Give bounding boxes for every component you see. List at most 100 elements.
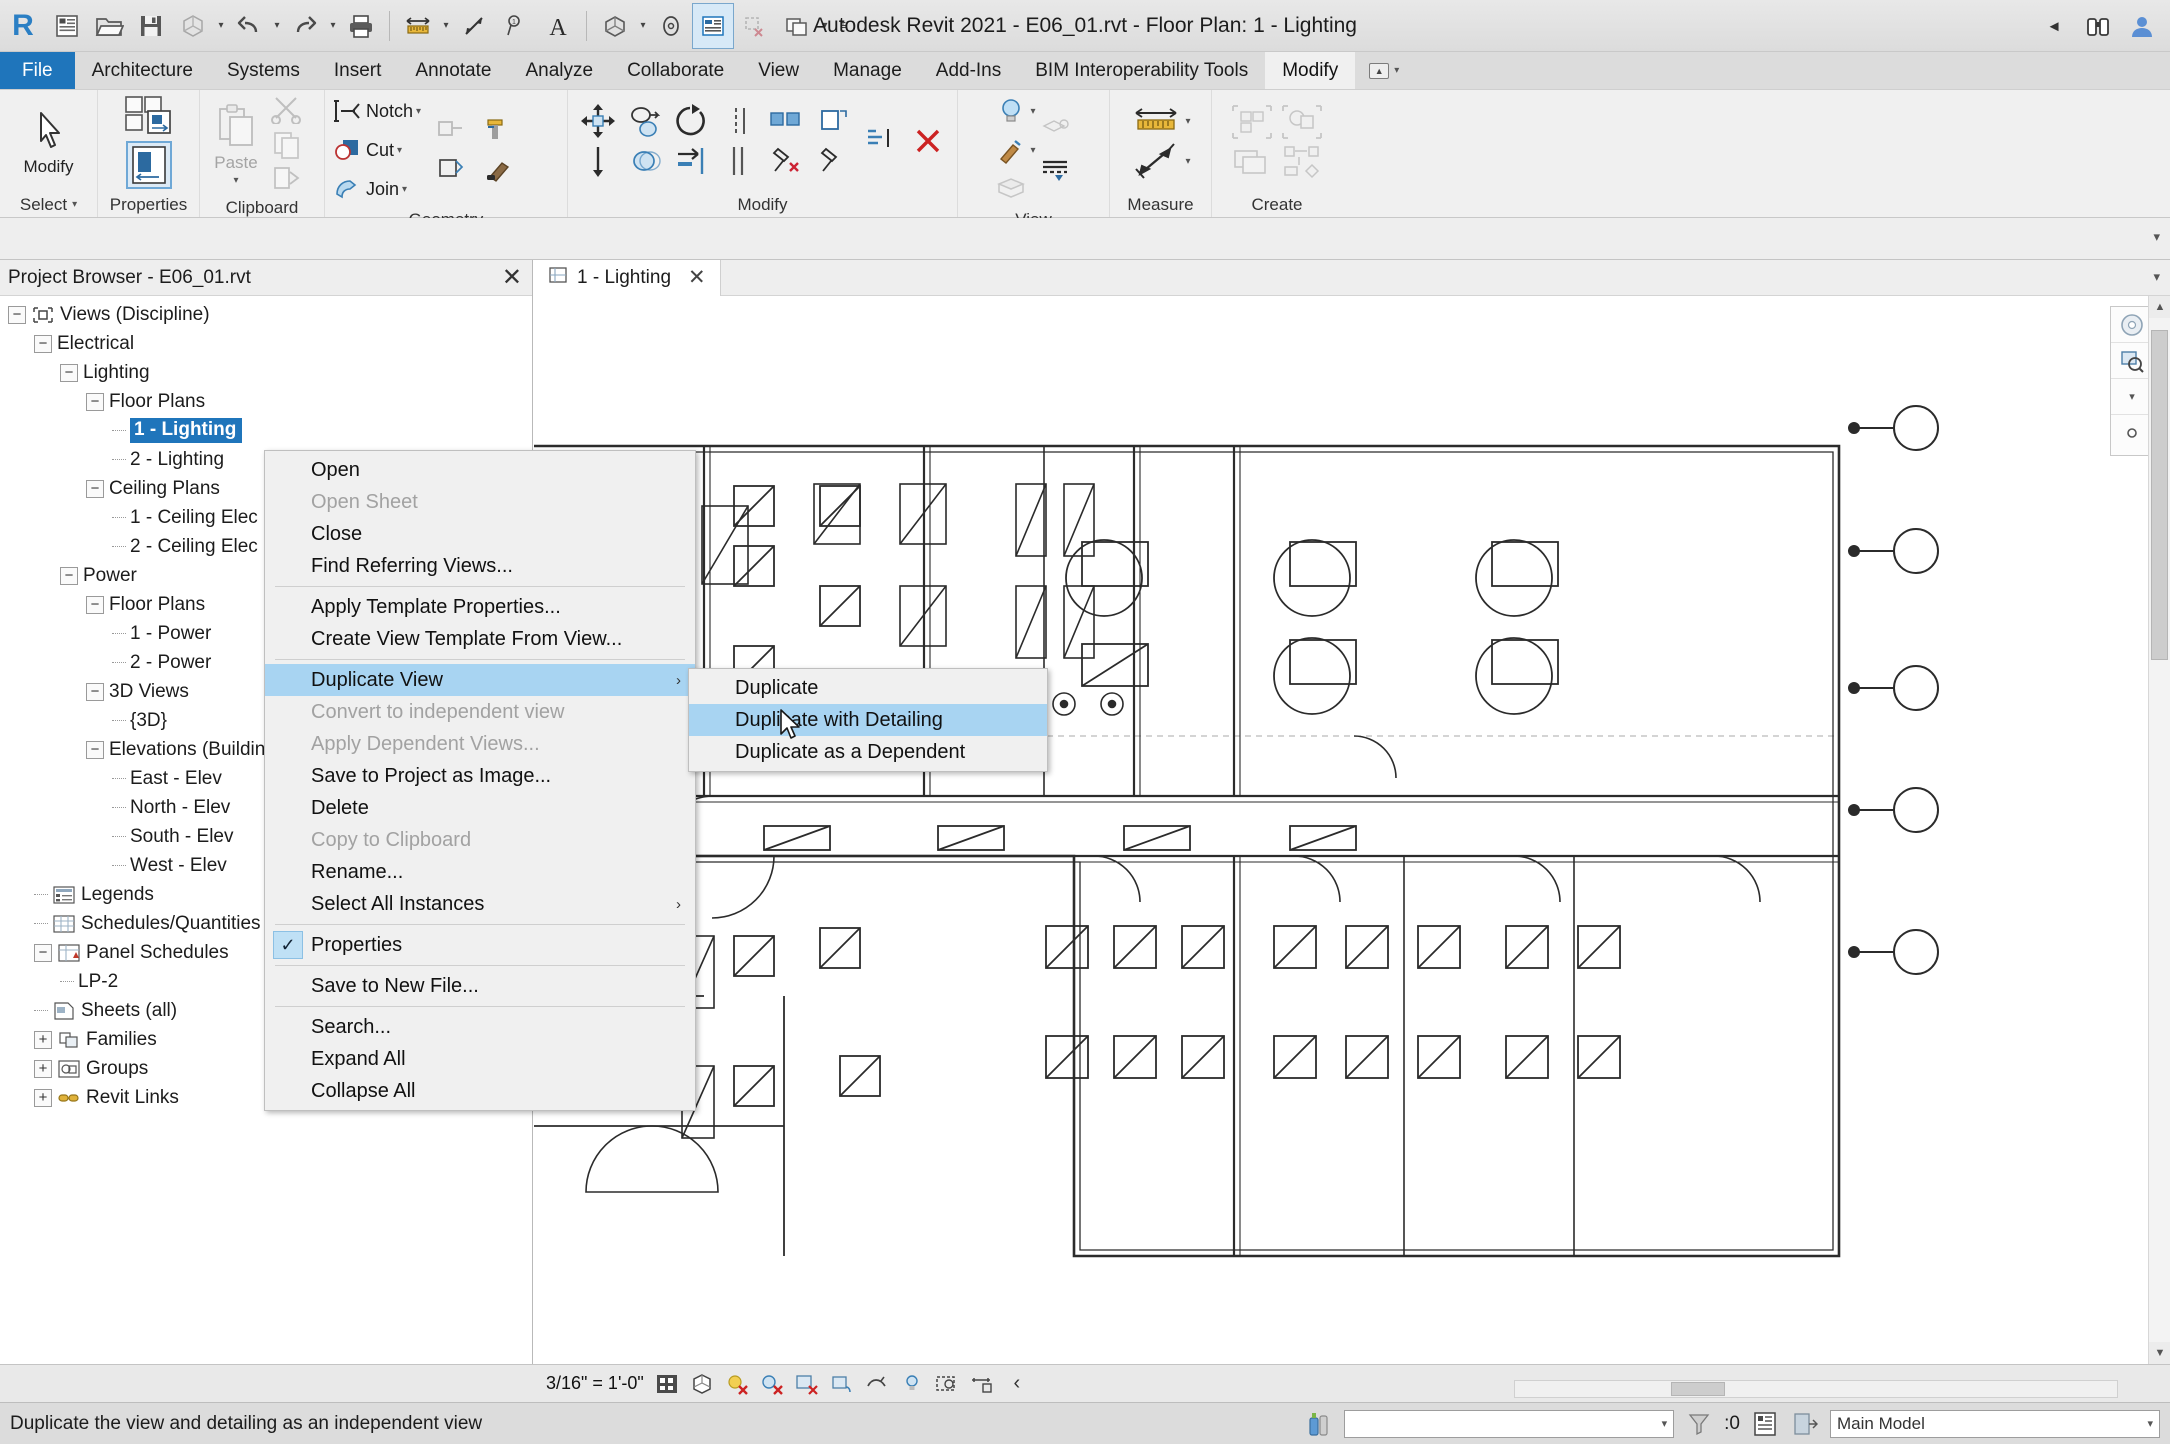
paint-view-button[interactable]: ▾ [995, 131, 1036, 169]
paste-caret[interactable]: ▾ [233, 175, 238, 186]
menu-item-rename[interactable]: Rename... [265, 856, 695, 888]
menu-item-delete[interactable]: Delete [265, 792, 695, 824]
switch-windows-caret[interactable]: ▾ [818, 3, 832, 49]
type-properties-icon[interactable] [123, 93, 175, 139]
redo-dropdown-caret[interactable]: ▾ [326, 3, 340, 49]
menu-item-duplicate-view[interactable]: Duplicate View › [265, 664, 695, 696]
menu-item-close[interactable]: Close [265, 518, 695, 550]
collapse-toggle-icon[interactable]: − [60, 363, 78, 382]
tab-1-lighting[interactable]: 1 - Lighting ✕ [534, 259, 721, 296]
modify-button[interactable]: Modify [10, 105, 88, 177]
options-bar-caret[interactable]: ▾ [2153, 229, 2160, 245]
menu-item-search[interactable]: Search... [265, 1011, 695, 1043]
hide-isolate-caret[interactable]: ▾ [1030, 106, 1035, 117]
measure-along-element-button[interactable]: ▾ [1130, 142, 1191, 180]
new-project-icon[interactable] [46, 3, 88, 49]
sync-with-central-icon[interactable] [172, 3, 214, 49]
3d-view-dropdown-caret[interactable]: ▾ [636, 3, 650, 49]
menu-item-save-to-project-as-image[interactable]: Save to Project as Image... [265, 760, 695, 792]
menu-item-duplicate-with-detailing[interactable]: Duplicate with Detailing [689, 704, 1047, 736]
zoom-region-icon[interactable] [2111, 343, 2153, 379]
pin-icon[interactable] [765, 142, 807, 180]
measure-along-caret[interactable]: ▾ [1185, 156, 1190, 167]
trim-extend-icon[interactable] [671, 142, 713, 180]
tab-annotate[interactable]: Annotate [398, 52, 508, 89]
create-part-button[interactable] [1279, 103, 1325, 141]
aligned-dimension-icon[interactable] [453, 3, 495, 49]
paint-icon[interactable] [477, 111, 519, 149]
split-element-icon[interactable] [719, 142, 761, 180]
paste-button[interactable]: Paste ▾ [206, 103, 266, 186]
cope-icon[interactable] [429, 111, 471, 149]
menu-item-select-all-instances[interactable]: Select All Instances › [265, 888, 695, 920]
shadows-off-icon[interactable] [759, 1371, 785, 1397]
scroll-up-arrow[interactable]: ▲ [2149, 296, 2170, 318]
show-crop-region-icon[interactable] [864, 1371, 890, 1397]
menu-item-create-view-template-from-view[interactable]: Create View Template From View... [265, 623, 695, 655]
delete-icon[interactable] [907, 122, 949, 160]
notch-button[interactable]: Notch ▾ [331, 92, 421, 130]
design-option-editing-icon[interactable] [1790, 1409, 1820, 1439]
scale-icon[interactable] [813, 102, 855, 140]
save-icon[interactable] [130, 3, 172, 49]
tab-insert[interactable]: Insert [317, 52, 399, 89]
search-collapse-icon[interactable]: ◄ [2034, 6, 2074, 46]
collapse-toggle-icon[interactable]: − [60, 566, 78, 585]
offset-icon[interactable] [625, 142, 667, 180]
view-scale-label[interactable]: 3/16" = 1'-0" [546, 1373, 644, 1394]
browser-node-electrical[interactable]: − Electrical [0, 329, 532, 358]
chevron-down-icon[interactable]: ▾ [1662, 1417, 1668, 1430]
tab-systems[interactable]: Systems [210, 52, 317, 89]
join-caret[interactable]: ▾ [402, 184, 407, 195]
tab-modify[interactable]: Modify [1265, 52, 1356, 89]
press-select-field[interactable]: ▾ [1344, 1409, 1675, 1438]
menu-item-duplicate[interactable]: Duplicate [689, 672, 1047, 704]
drawing-canvas[interactable]: LP-2 LP-1 SB [534, 260, 2170, 1364]
create-similar-button[interactable] [1229, 103, 1275, 141]
create-group-button[interactable] [1229, 142, 1275, 180]
close-icon[interactable]: ✕ [502, 265, 522, 291]
workset-chevron-down-icon[interactable]: ▾ [2147, 1417, 2153, 1430]
close-hidden-windows-icon[interactable] [734, 3, 776, 49]
browser-node-floor-plans[interactable]: − Floor Plans [0, 387, 532, 416]
view-tab-overflow-caret[interactable]: ▾ [2153, 269, 2160, 285]
canvas-vertical-scrollbar[interactable]: ▲ ▼ [2148, 296, 2170, 1364]
match-type-button[interactable] [270, 162, 304, 196]
collapse-toggle-icon[interactable]: − [86, 392, 104, 411]
remove-hidden-lines-button[interactable] [1038, 151, 1072, 189]
align-icon[interactable] [577, 142, 619, 180]
menu-item-apply-template-properties[interactable]: Apply Template Properties... [265, 591, 695, 623]
binoculars-icon[interactable] [2078, 6, 2118, 46]
paint-view-caret[interactable]: ▾ [1030, 145, 1035, 156]
menu-item-save-to-new-file[interactable]: Save to New File... [265, 970, 695, 1002]
expand-toggle-icon[interactable]: + [34, 1030, 52, 1049]
pan-icon[interactable] [2111, 415, 2153, 451]
workset-selector[interactable]: Main Model ▾ [1830, 1409, 2160, 1438]
worksets-icon[interactable] [1750, 1409, 1780, 1439]
collapse-toggle-icon[interactable]: − [86, 479, 104, 498]
crop-view-icon[interactable] [829, 1371, 855, 1397]
filter-icon[interactable] [1684, 1409, 1714, 1439]
horizontal-scroll-thumb[interactable] [1671, 1382, 1725, 1396]
menu-item-expand-all[interactable]: Expand All [265, 1043, 695, 1075]
canvas-horizontal-scrollbar[interactable] [1514, 1380, 2118, 1398]
ribbon-minimize-control[interactable]: ▲ ▾ [1355, 52, 1413, 89]
section-icon[interactable] [650, 3, 692, 49]
redo-icon[interactable] [284, 3, 326, 49]
join-button[interactable]: Join ▾ [331, 170, 421, 208]
expand-toggle-icon[interactable]: + [34, 1088, 52, 1107]
tab-architecture[interactable]: Architecture [75, 52, 210, 89]
tab-manage[interactable]: Manage [816, 52, 919, 89]
switch-windows-icon[interactable] [776, 3, 818, 49]
more-icon[interactable]: ‹ [1004, 1371, 1030, 1397]
user-account-icon[interactable] [2122, 6, 2162, 46]
customize-qat-icon[interactable]: ⩲ [832, 3, 854, 49]
reveal-hidden-elements-icon[interactable] [934, 1371, 960, 1397]
cope-apply-icon[interactable] [859, 122, 901, 160]
notch-caret[interactable]: ▾ [416, 106, 421, 117]
mirror-pick-axis-icon[interactable] [719, 102, 761, 140]
menu-item-duplicate-as-a-dependent[interactable]: Duplicate as a Dependent [689, 736, 1047, 768]
tag-icon[interactable]: 1 [495, 3, 537, 49]
show-hidden-lines-button[interactable] [1038, 112, 1072, 150]
copy-modify-icon[interactable] [625, 102, 667, 140]
